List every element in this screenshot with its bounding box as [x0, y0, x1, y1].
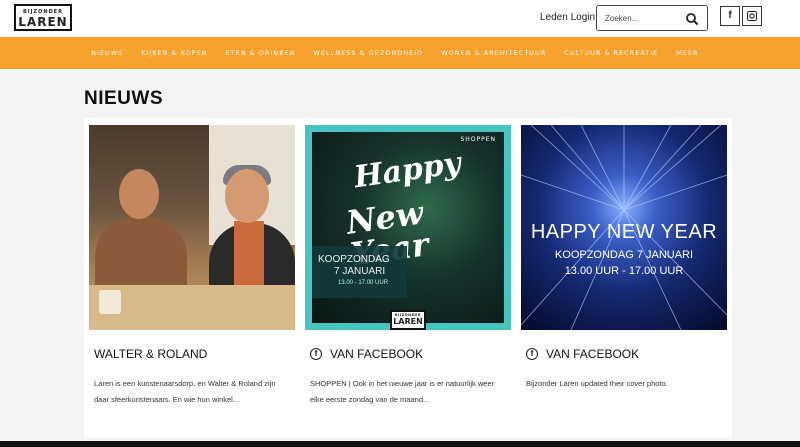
news-card[interactable]: HAPPY NEW YEAR KOOPZONDAG 7 JANUARI 13.0… [516, 118, 732, 438]
nav-item-cultuur[interactable]: CULTUUR & RECREATIE [564, 49, 658, 57]
nav-item-wonen[interactable]: WONEN & ARCHITECTUUR [441, 49, 546, 57]
image-banner: KOOPZONDAG 7 JANUARI 13.00 - 17.00 UUR [312, 246, 407, 298]
card-title-text[interactable]: VAN FACEBOOK [330, 347, 423, 361]
facebook-icon: f [310, 348, 322, 360]
login-link[interactable]: Leden Login [540, 12, 595, 23]
image-line1: HAPPY NEW YEAR [530, 221, 718, 243]
search-box[interactable] [596, 5, 708, 31]
news-image[interactable]: HAPPY NEW YEAR KOOPZONDAG 7 JANUARI 13.0… [521, 125, 727, 330]
news-image[interactable] [89, 125, 295, 330]
banner-line1: KOOPZONDAG [318, 254, 390, 265]
image-line2: KOOPZONDAG 7 JANUARI [554, 249, 694, 261]
site-logo[interactable]: BIJZONDER LAREN [14, 4, 72, 31]
banner-line2: 7 JANUARI [334, 266, 386, 277]
facebook-icon[interactable]: f [720, 6, 740, 26]
top-bar: BIJZONDER LAREN Leden Login f [0, 0, 800, 37]
image-tag: SHOPPEN [460, 136, 496, 143]
card-excerpt: Bijzonder Laren updated their cover phot… [526, 379, 668, 388]
search-input[interactable] [605, 11, 683, 25]
card-title[interactable]: WALTER & ROLAND [94, 347, 207, 361]
bottom-bar [0, 441, 800, 447]
card-title[interactable]: f VAN FACEBOOK [526, 347, 639, 361]
image-line3: 13.00 UUR - 17.00 UUR [564, 265, 684, 277]
image-happy-text: Happy [352, 145, 464, 196]
image-logo: BIJZONDER LAREN [390, 310, 426, 330]
news-card[interactable]: SHOPPEN Happy New Year KOOPZONDAG 7 JANU… [300, 118, 516, 438]
image-logo-line2: LAREN [393, 317, 423, 326]
news-card[interactable]: WALTER & ROLAND Laren is een kunstenaars… [84, 118, 300, 438]
nav-item-meer[interactable]: MEER [676, 49, 698, 57]
nav-item-kijken-kopen[interactable]: KIJKEN & KOPEN [141, 49, 207, 57]
card-title-text[interactable]: WALTER & ROLAND [94, 347, 207, 361]
instagram-icon[interactable] [742, 6, 762, 26]
card-excerpt: Laren is een kunstenaarsdorp, en Walter … [94, 379, 276, 404]
nav-item-nieuws[interactable]: NIEUWS [91, 49, 123, 57]
logo-line2: LAREN [18, 15, 68, 29]
facebook-icon: f [526, 348, 538, 360]
nav-item-wellness[interactable]: WELLNESS & GEZONDHEID [313, 49, 423, 57]
main-nav: NIEUWS KIJKEN & KOPEN ETEN & DRINKEN WEL… [0, 37, 800, 69]
page-title: NIEUWS [84, 88, 163, 109]
card-title-text[interactable]: VAN FACEBOOK [546, 347, 639, 361]
search-icon[interactable] [685, 12, 699, 26]
nav-item-eten-drinken[interactable]: ETEN & DRINKEN [226, 49, 296, 57]
banner-hours: 13.00 - 17.00 UUR [338, 280, 389, 286]
card-title[interactable]: f VAN FACEBOOK [310, 347, 423, 361]
card-excerpt: SHOPPEN | Ook in het nieuwe jaar is er n… [310, 379, 495, 404]
news-image[interactable]: SHOPPEN Happy New Year KOOPZONDAG 7 JANU… [305, 125, 511, 330]
